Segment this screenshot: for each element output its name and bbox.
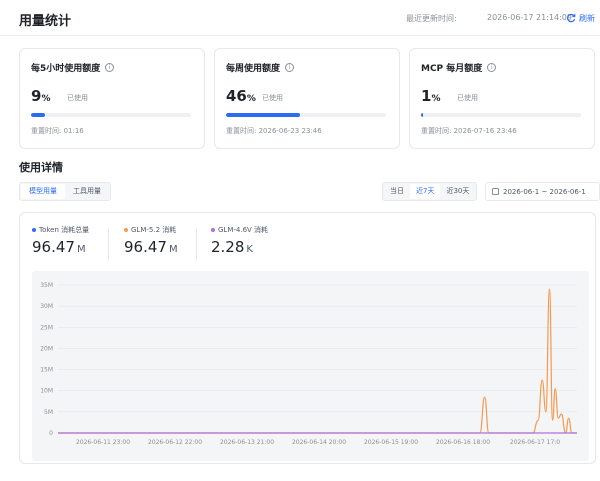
y-tick-label: 35M <box>40 282 53 289</box>
last-update-label: 最近更新时间: <box>406 14 457 23</box>
range-30-days[interactable]: 近30天 <box>440 184 475 199</box>
page-title: 用量统计 <box>19 14 72 29</box>
y-tick-label: 15M <box>40 367 53 374</box>
usage-details-title: 使用详情 <box>19 161 63 174</box>
quota-reset-time: 重置时间: 01:16 <box>31 127 84 135</box>
date-range-text: 2026-06-1 ~ 2026-06-1 <box>503 187 586 196</box>
quota-card-weekly: 每周使用额度 i 46% 已使用 重置时间: 2026-06-23 23:46 <box>214 48 400 149</box>
x-tick-label: 2026-06-17 17:0 <box>510 439 560 446</box>
y-tick-label: 10M <box>40 388 53 395</box>
quota-card-title: 每周使用额度 i <box>226 61 295 74</box>
info-icon[interactable]: i <box>285 63 295 72</box>
y-tick-label: 30M <box>40 303 53 310</box>
x-tick-label: 2026-06-12 22:00 <box>148 439 202 446</box>
quota-progress-bar <box>421 113 581 117</box>
y-tick-label: 20M <box>40 345 53 352</box>
x-tick-label: 2026-06-14 20:00 <box>292 439 346 446</box>
calendar-icon <box>492 188 499 195</box>
quota-used-label: 已使用 <box>457 94 478 102</box>
y-tick-label: 0 <box>49 430 53 437</box>
quota-used-label: 已使用 <box>262 94 283 102</box>
quota-percent: 46% <box>226 87 256 105</box>
y-tick-label: 5M <box>44 409 53 416</box>
quota-title-text: MCP 每月额度 <box>421 64 483 74</box>
tab-tool-usage[interactable]: 工具用量 <box>65 184 109 199</box>
quota-progress-fill <box>31 113 46 117</box>
quota-percent: 9% <box>31 87 51 105</box>
quota-title-text: 每5小时使用额度 <box>31 64 101 74</box>
quota-reset-time: 重置时间: 2026-06-23 23:46 <box>226 127 322 135</box>
quota-used-label: 已使用 <box>67 94 88 102</box>
series-line-glm-5-2 <box>58 288 577 434</box>
usage-chart-card: Token 消耗总量 96.47 M GLM-5.2 消耗 96.47 M GLM-… <box>19 212 596 464</box>
y-tick-label: 25M <box>40 324 53 331</box>
quota-progress-fill <box>226 113 300 117</box>
refresh-label: 刷新 <box>579 13 595 23</box>
info-icon[interactable]: i <box>487 63 497 72</box>
x-tick-label: 2026-06-15 19:00 <box>364 439 418 446</box>
time-range-selector: 当日 近7天 近30天 <box>382 182 478 201</box>
page-header: 用量统计 最近更新时间: 2026-06-17 21:14:09 刷新 <box>0 0 600 36</box>
quota-progress-fill <box>421 113 424 117</box>
usage-type-tabs: 模型用量 工具用量 <box>19 182 111 201</box>
range-today[interactable]: 当日 <box>384 184 410 199</box>
usage-line-chart: 0 5M 10M 15M 20M 25M 30M 35M 2026-06-11 23:00 202… <box>40 282 577 446</box>
quota-percent: 1% <box>421 87 441 105</box>
quota-card-title: MCP 每月额度 i <box>421 61 497 74</box>
x-tick-label: 2026-06-16 18:00 <box>436 439 490 446</box>
quota-card-title: 每5小时使用额度 i <box>31 61 115 74</box>
x-tick-label: 2026-06-11 23:00 <box>76 439 130 446</box>
x-tick-label: 2026-06-13 21:00 <box>220 439 274 446</box>
info-icon[interactable]: i <box>105 63 115 72</box>
last-update-time: 2026-06-17 21:14:09 <box>487 13 572 22</box>
quota-reset-time: 重置时间: 2026-07-16 23:46 <box>421 127 517 135</box>
refresh-button[interactable]: 刷新 <box>566 10 595 26</box>
quota-card-mcp: MCP 每月额度 i 1% 已使用 重置时间: 2026-07-16 23:46 <box>409 48 595 149</box>
quota-progress-bar <box>226 113 386 117</box>
tab-model-usage[interactable]: 模型用量 <box>21 184 65 199</box>
quota-card-5h: 每5小时使用额度 i 9% 已使用 重置时间: 01:16 <box>19 48 205 149</box>
usage-panel: 用量统计 最近更新时间: 2026-06-17 21:14:09 刷新 每5小时… <box>0 0 600 481</box>
date-range-picker[interactable]: 2026-06-1 ~ 2026-06-1 <box>485 182 600 201</box>
quota-title-text: 每周使用额度 <box>226 64 281 74</box>
refresh-icon <box>567 13 576 23</box>
quota-progress-bar <box>31 113 191 117</box>
range-7-days[interactable]: 近7天 <box>410 184 441 199</box>
